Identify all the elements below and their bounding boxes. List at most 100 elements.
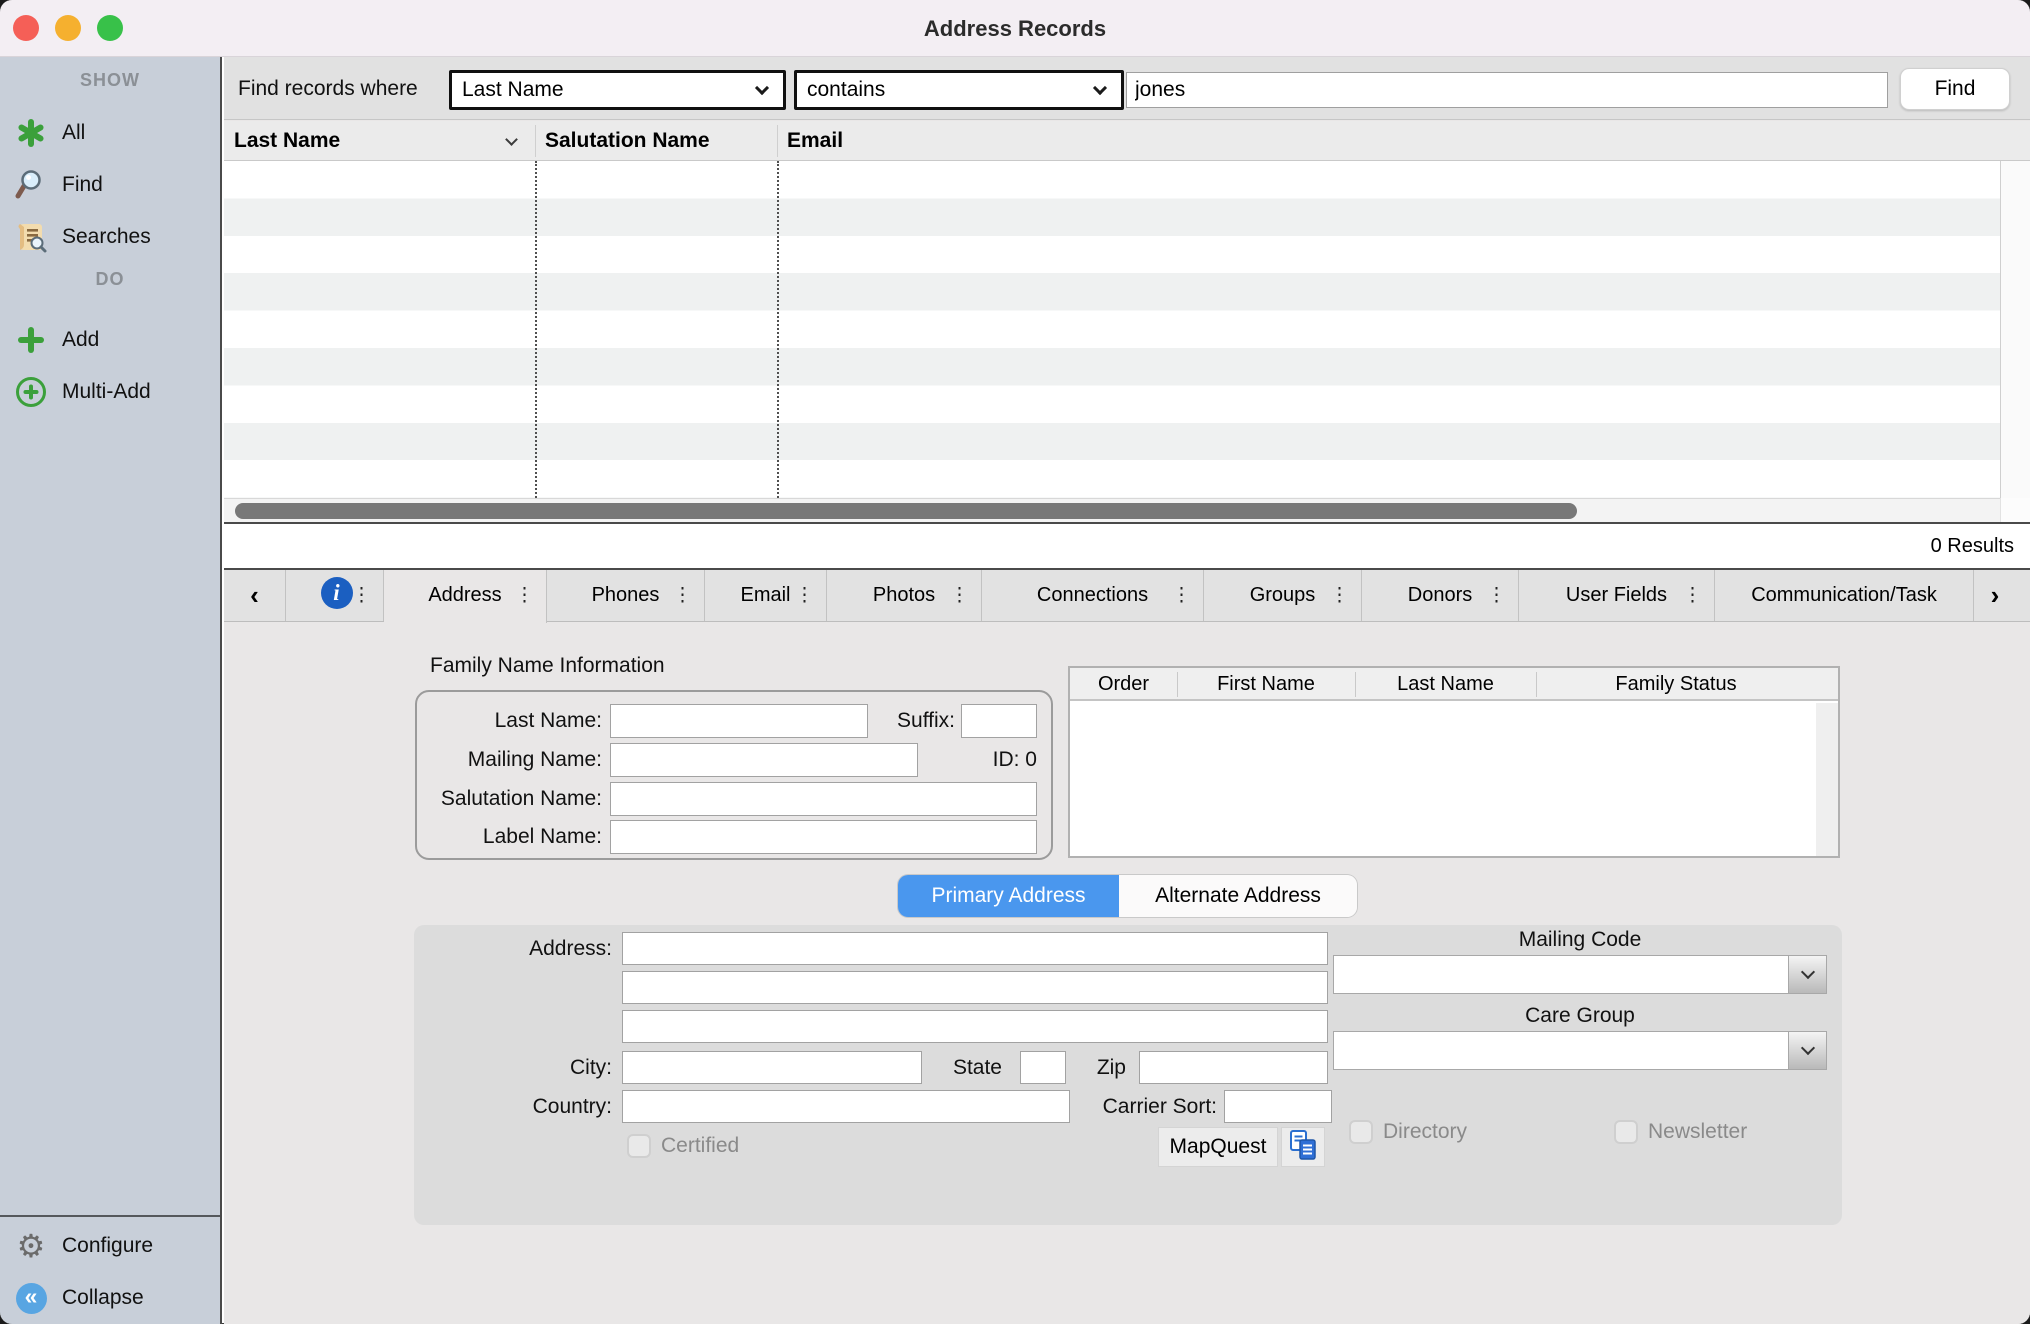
column-header-last-name[interactable]: Last Name — [224, 121, 535, 161]
dropdown-button[interactable] — [1788, 956, 1826, 993]
show-section-header: SHOW — [0, 70, 220, 91]
tab-scroll-left-button[interactable]: ‹ — [224, 570, 286, 621]
mapquest-button[interactable]: MapQuest — [1158, 1127, 1278, 1167]
family-table-scrollbar[interactable] — [1816, 703, 1838, 856]
horizontal-scrollbar-thumb[interactable] — [235, 503, 1577, 519]
address-line2-input[interactable] — [622, 971, 1328, 1004]
address-line3-input[interactable] — [622, 1010, 1328, 1043]
tab-drag-handle[interactable]: ⋮ — [1683, 570, 1702, 621]
sidebar-item-searches[interactable]: Searches — [0, 220, 220, 254]
tab-drag-handle[interactable]: ⋮ — [352, 570, 371, 621]
country-label: Country: — [414, 1090, 612, 1124]
mailing-name-input[interactable] — [610, 743, 918, 777]
asterisk-icon — [14, 116, 48, 150]
tab-drag-handle[interactable]: ⋮ — [1487, 570, 1506, 621]
sidebar-item-label: Add — [62, 323, 99, 357]
salutation-name-label: Salutation Name: — [417, 782, 602, 816]
tab-scroll-right-button[interactable]: › — [1974, 570, 2016, 621]
carrier-sort-input[interactable] — [1224, 1090, 1332, 1123]
column-divider — [777, 161, 779, 498]
certified-label: Certified — [661, 1132, 739, 1160]
sidebar-item-collapse[interactable]: « Collapse — [0, 1281, 220, 1315]
sidebar-item-add[interactable]: Add — [0, 323, 220, 357]
certified-checkbox — [627, 1134, 651, 1158]
find-records-where-label: Find records where — [238, 57, 418, 120]
directory-label: Directory — [1383, 1118, 1467, 1146]
column-header-salutation-name[interactable]: Salutation Name — [535, 121, 777, 161]
tab-drag-handle[interactable]: ⋮ — [673, 570, 692, 621]
copy-address-button[interactable] — [1281, 1127, 1325, 1167]
alternate-address-tab[interactable]: Alternate Address — [1119, 875, 1357, 917]
sidebar-divider — [0, 1215, 220, 1217]
column-header-email[interactable]: Email — [777, 121, 1177, 161]
newsletter-checkbox — [1614, 1120, 1638, 1144]
address-segmented-control: Primary Address Alternate Address — [898, 875, 1357, 917]
sidebar: SHOW All Find — [0, 57, 222, 1324]
city-input[interactable] — [622, 1051, 922, 1084]
family-name-groupbox: Last Name: Suffix: Mailing Name: ID: 0 S… — [415, 690, 1053, 860]
last-name-label: Last Name: — [417, 704, 602, 738]
sidebar-item-configure[interactable]: ⚙ Configure — [0, 1229, 220, 1263]
care-group-select[interactable] — [1333, 1031, 1827, 1070]
scrollbar-corner — [2000, 498, 2030, 522]
results-list[interactable] — [224, 161, 2000, 498]
chevron-down-icon — [1801, 965, 1815, 979]
find-bar: Find records where Last Name contains Fi… — [224, 57, 2030, 120]
family-column-first-name: First Name — [1177, 668, 1355, 701]
gear-icon: ⚙ — [14, 1229, 48, 1263]
address-tab-content: Family Name Information Last Name: Suffi… — [224, 622, 2030, 1324]
tab-donors[interactable]: Donors ⋮ — [1362, 570, 1519, 621]
label-name-input[interactable] — [610, 820, 1037, 854]
primary-address-tab[interactable]: Primary Address — [898, 875, 1119, 917]
search-query-input[interactable] — [1126, 72, 1888, 108]
operator-select[interactable]: contains — [794, 70, 1124, 110]
mailing-code-select[interactable] — [1333, 955, 1827, 994]
sidebar-item-all[interactable]: All — [0, 116, 220, 150]
last-name-input[interactable] — [610, 704, 868, 738]
tab-connections[interactable]: Connections ⋮ — [982, 570, 1204, 621]
tab-photos[interactable]: Photos ⋮ — [827, 570, 982, 621]
mailing-name-label: Mailing Name: — [417, 743, 602, 777]
column-divider — [535, 161, 537, 498]
directory-checkbox — [1349, 1120, 1373, 1144]
chevron-down-icon — [755, 81, 769, 95]
carrier-sort-label: Carrier Sort: — [1074, 1090, 1217, 1124]
address-line1-input[interactable] — [622, 932, 1328, 965]
tab-drag-handle[interactable]: ⋮ — [1330, 570, 1349, 621]
plus-icon — [14, 323, 48, 357]
tab-phones[interactable]: Phones ⋮ — [547, 570, 705, 621]
tab-address[interactable]: Address ⋮ — [384, 570, 547, 623]
country-input[interactable] — [622, 1090, 1070, 1123]
dropdown-button[interactable] — [1788, 1032, 1826, 1069]
field-select[interactable]: Last Name — [449, 70, 786, 110]
family-members-table: Order First Name Last Name Family Status — [1068, 666, 1840, 858]
results-header: Last Name Salutation Name Email — [224, 121, 2030, 161]
tab-email[interactable]: Email ⋮ — [705, 570, 827, 621]
zip-input[interactable] — [1139, 1051, 1328, 1084]
family-column-order: Order — [1070, 668, 1177, 701]
find-button[interactable]: Find — [1900, 68, 2010, 110]
horizontal-scrollbar[interactable] — [224, 498, 2000, 522]
sidebar-item-label: Collapse — [62, 1281, 144, 1315]
tab-drag-handle[interactable]: ⋮ — [515, 570, 534, 621]
chevron-down-icon — [1093, 81, 1107, 95]
do-section-header: DO — [0, 269, 220, 290]
sidebar-item-find[interactable]: Find — [0, 168, 220, 202]
sidebar-item-multi-add[interactable]: Multi-Add — [0, 375, 220, 409]
tab-groups[interactable]: Groups ⋮ — [1204, 570, 1362, 621]
sidebar-item-label: Searches — [62, 220, 151, 254]
magnifier-icon — [14, 168, 48, 202]
suffix-input[interactable] — [961, 704, 1037, 738]
tab-drag-handle[interactable]: ⋮ — [795, 570, 814, 621]
tab-drag-handle[interactable]: ⋮ — [950, 570, 969, 621]
record-tab-bar: ‹ i ⋮ Address ⋮ Phones ⋮ Email ⋮ Photos … — [224, 568, 2030, 622]
family-column-family-status: Family Status — [1536, 668, 1816, 701]
tab-communication-task[interactable]: Communication/Task — [1715, 570, 1974, 621]
tab-user-fields[interactable]: User Fields ⋮ — [1519, 570, 1715, 621]
circled-plus-icon — [14, 375, 48, 409]
sidebar-item-label: Find — [62, 168, 103, 202]
tab-drag-handle[interactable]: ⋮ — [1172, 570, 1191, 621]
salutation-name-input[interactable] — [610, 782, 1037, 816]
info-tab-button[interactable]: i ⋮ — [290, 570, 384, 621]
vertical-scrollbar[interactable] — [2000, 161, 2030, 498]
